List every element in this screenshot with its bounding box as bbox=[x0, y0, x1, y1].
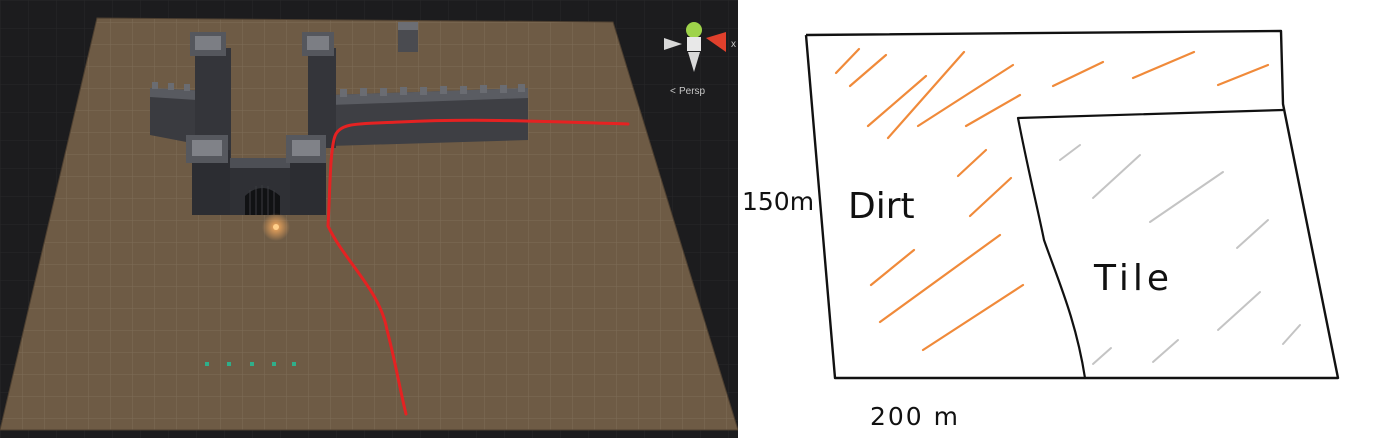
gizmo-x-label: x bbox=[731, 39, 736, 50]
height-dimension-label: 150m bbox=[742, 187, 814, 216]
tile-hatching bbox=[1059, 144, 1301, 365]
gizmo-center-cube[interactable] bbox=[687, 37, 701, 51]
tile-region-outline bbox=[1016, 108, 1285, 380]
tile-label: Tile bbox=[1093, 258, 1173, 299]
sketch-panel: 150m Dirt Tile 200 m bbox=[738, 0, 1393, 438]
gizmo-y-axis-handle[interactable] bbox=[686, 22, 702, 38]
dirt-label: Dirt bbox=[848, 186, 915, 227]
scene-view[interactable]: x < Persp bbox=[0, 0, 738, 438]
width-dimension-label: 200 m bbox=[870, 402, 960, 431]
sketch-canvas: 150m Dirt Tile 200 m bbox=[742, 29, 1340, 431]
projection-label[interactable]: Persp bbox=[679, 86, 706, 97]
scene-canvas[interactable]: x < Persp bbox=[0, 0, 738, 438]
terrain-plane[interactable] bbox=[0, 17, 738, 431]
projection-toggle-arrow[interactable]: < bbox=[670, 86, 676, 97]
point-light-core bbox=[273, 224, 279, 230]
